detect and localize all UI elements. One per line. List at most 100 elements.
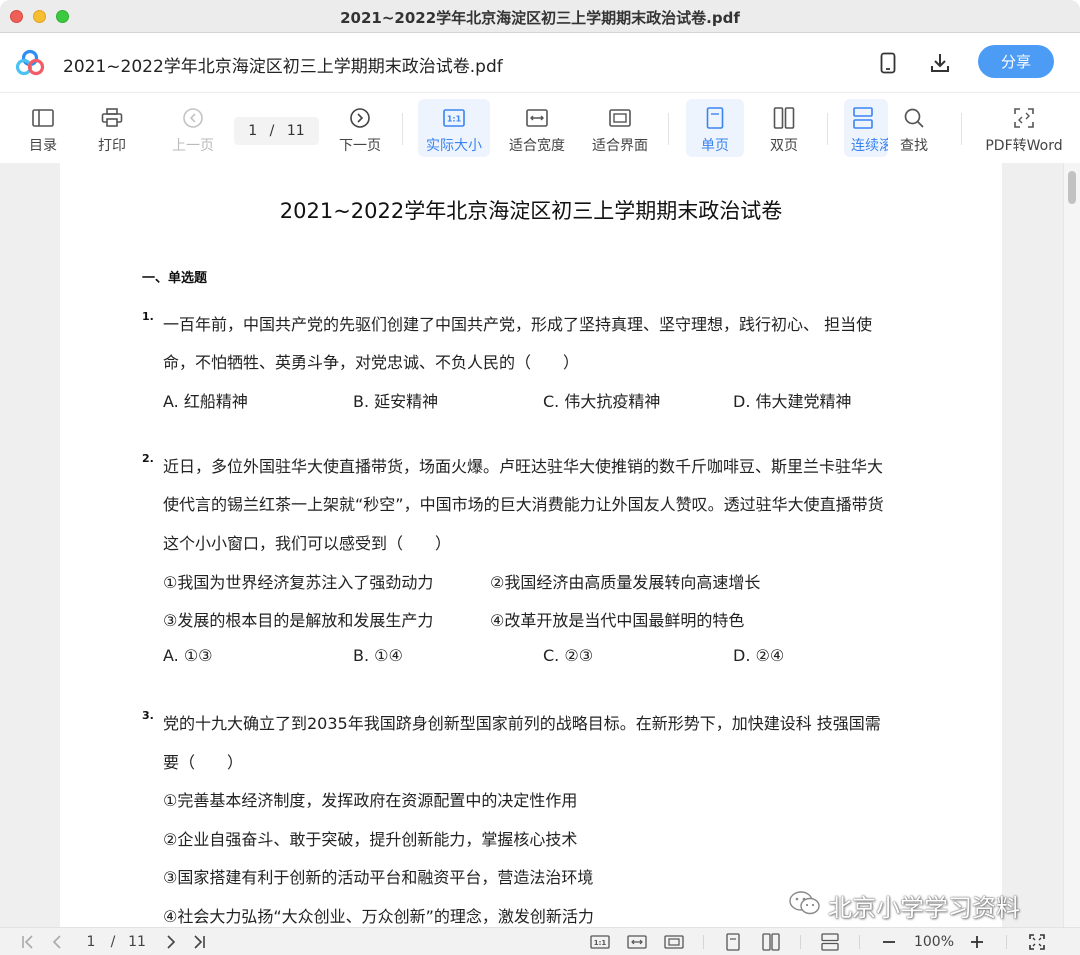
status-divider <box>1006 935 1007 949</box>
wechat-icon <box>788 890 822 922</box>
status-divider <box>703 935 704 949</box>
status-bar: 1 / 11 1:1 100% <box>0 927 1080 955</box>
pdf-to-word-button[interactable]: PDF转Word <box>984 99 1064 157</box>
single-page-icon <box>703 106 727 130</box>
share-button[interactable]: 分享 <box>978 45 1054 78</box>
continuous-label: 连续滚 <box>851 138 888 154</box>
question-line: ②企业自强奋斗、敢于突破，提升创新能力，掌握核心技术 <box>163 830 578 849</box>
find-label: 查找 <box>900 138 928 154</box>
toolbar: 目录 打印 上一页 1 / 11 下一页 1:1 实际大小 适合宽度 适合界面 … <box>0 93 1080 163</box>
print-button[interactable]: 打印 <box>91 99 133 157</box>
status-divider <box>800 935 801 949</box>
continuous-icon <box>851 106 875 130</box>
watermark-text: 北京小学学习资料 <box>828 894 1020 922</box>
question-line: ④社会大力弘扬“大众创业、万众创新”的理念，激发创新活力 <box>163 907 594 926</box>
svg-text:1:1: 1:1 <box>594 939 607 947</box>
single-page-button[interactable]: 单页 <box>686 99 744 157</box>
svg-text:1:1: 1:1 <box>447 115 462 124</box>
statement: ②我国经济由高质量发展转向高速增长 <box>490 573 761 592</box>
answer-choice: B. 延安精神 <box>353 392 439 411</box>
status-page-total: 11 <box>128 934 146 950</box>
double-page-icon[interactable] <box>761 933 781 951</box>
fit-window-icon[interactable] <box>664 933 684 951</box>
next-page-icon <box>348 106 372 130</box>
answer-choice: D. 伟大建党精神 <box>733 392 852 411</box>
statement: ③发展的根本目的是解放和发展生产力 <box>163 611 434 630</box>
prev-page-icon <box>181 106 205 130</box>
answer-choice: D. ②④ <box>733 646 785 665</box>
phone-icon[interactable] <box>875 50 901 76</box>
double-page-icon <box>772 106 796 130</box>
prev-page-button[interactable]: 上一页 <box>168 99 218 157</box>
zoom-in-icon[interactable] <box>968 933 986 951</box>
print-label: 打印 <box>98 138 126 154</box>
app-header: 2021~2022学年北京海淀区初三上学期期末政治试卷.pdf 分享 <box>0 33 1080 93</box>
question-line: ③国家搭建有利于创新的活动平台和融资平台，营造法治环境 <box>163 868 594 887</box>
pdf-page: 2021~2022学年北京海淀区初三上学期期末政治试卷 一、单选题 1. 一百年… <box>60 163 1002 927</box>
search-icon <box>902 106 926 130</box>
section-heading: 一、单选题 <box>142 271 208 286</box>
toolbar-divider <box>668 113 669 145</box>
fit-window-label: 适合界面 <box>592 138 648 154</box>
actual-size-icon: 1:1 <box>442 106 466 130</box>
actual-size-button[interactable]: 1:1 实际大小 <box>418 99 490 157</box>
pdf-to-word-icon <box>1012 106 1036 130</box>
page-separator: / <box>269 123 275 139</box>
find-button[interactable]: 查找 <box>893 99 935 157</box>
actual-size-label: 实际大小 <box>426 138 482 154</box>
next-icon[interactable] <box>162 933 180 951</box>
last-page-icon[interactable] <box>190 933 208 951</box>
watermark: 北京小学学习资料 <box>788 888 1020 923</box>
answer-choice: B. ①④ <box>353 646 403 665</box>
zoom-out-icon[interactable] <box>880 933 898 951</box>
pdf-to-word-label: PDF转Word <box>985 138 1063 154</box>
question-line: 使代言的锡兰红茶一上架就“秒空”，中国市场的巨大消费能力让外国友人赞叹。透过驻华… <box>163 495 884 514</box>
answer-choice: A. 红船精神 <box>163 392 248 411</box>
next-page-button[interactable]: 下一页 <box>335 99 385 157</box>
scrollbar-thumb[interactable] <box>1068 171 1076 204</box>
question-number: 3. <box>142 709 154 722</box>
prev-page-label: 上一页 <box>172 138 214 154</box>
download-icon[interactable] <box>927 50 953 76</box>
answer-choice: A. ①③ <box>163 646 213 665</box>
question-line: ①完善基本经济制度，发挥政府在资源配置中的决定性作用 <box>163 791 578 810</box>
logo-icon <box>15 49 45 77</box>
statement: ④改革开放是当代中国最鲜明的特色 <box>490 611 745 630</box>
page-total: 11 <box>286 123 305 139</box>
toc-button[interactable]: 目录 <box>22 99 64 157</box>
continuous-icon[interactable] <box>820 933 840 951</box>
prev-icon[interactable] <box>48 933 66 951</box>
question-line: 一百年前，中国共产党的先驱们创建了中国共产党，形成了坚持真理、坚守理想，践行初心… <box>163 315 873 334</box>
answer-choice: C. ②③ <box>543 646 594 665</box>
double-page-button[interactable]: 双页 <box>759 99 809 157</box>
actual-size-icon[interactable]: 1:1 <box>590 933 610 951</box>
status-page-separator: / <box>110 934 116 950</box>
question-line: 近日，多位外国驻华大使直播带货，场面火爆。卢旺达驻华大使推销的数千斤咖啡豆、斯里… <box>163 457 884 476</box>
fit-width-button[interactable]: 适合宽度 <box>506 99 568 157</box>
status-divider <box>859 935 860 949</box>
status-page-current[interactable]: 1 <box>82 933 100 951</box>
single-page-icon[interactable] <box>724 933 742 951</box>
first-page-icon[interactable] <box>19 933 37 951</box>
next-page-label: 下一页 <box>339 138 381 154</box>
fit-window-button[interactable]: 适合界面 <box>589 99 651 157</box>
question-line: 要（ ） <box>163 753 244 772</box>
page-current: 1 <box>248 123 258 139</box>
fit-width-icon <box>525 106 549 130</box>
document-viewport[interactable]: 2021~2022学年北京海淀区初三上学期期末政治试卷 一、单选题 1. 一百年… <box>0 163 1080 927</box>
question-number: 1. <box>142 310 154 323</box>
fit-width-label: 适合宽度 <box>509 138 565 154</box>
toolbar-divider <box>961 113 962 145</box>
fit-width-icon[interactable] <box>627 933 647 951</box>
window-titlebar: 2021~2022学年北京海淀区初三上学期期末政治试卷.pdf <box>0 0 1080 33</box>
question-line: 这个小小窗口，我们可以感受到（ ） <box>163 534 452 553</box>
zoom-level[interactable]: 100% <box>907 933 961 951</box>
question-line: 命，不怕牺牲、英勇斗争，对党忠诚、不负人民的（ ） <box>163 353 580 372</box>
fullscreen-icon[interactable] <box>1027 933 1047 951</box>
continuous-button[interactable]: 连续滚 <box>844 99 888 157</box>
double-page-label: 双页 <box>770 138 798 154</box>
toc-label: 目录 <box>29 138 57 154</box>
page-number-input[interactable]: 1 / 11 <box>234 117 319 145</box>
question-line: 党的十九大确立了到2035年我国跻身创新型国家前列的战略目标。在新形势下，加快建… <box>163 714 881 733</box>
vertical-scrollbar[interactable] <box>1063 163 1080 927</box>
